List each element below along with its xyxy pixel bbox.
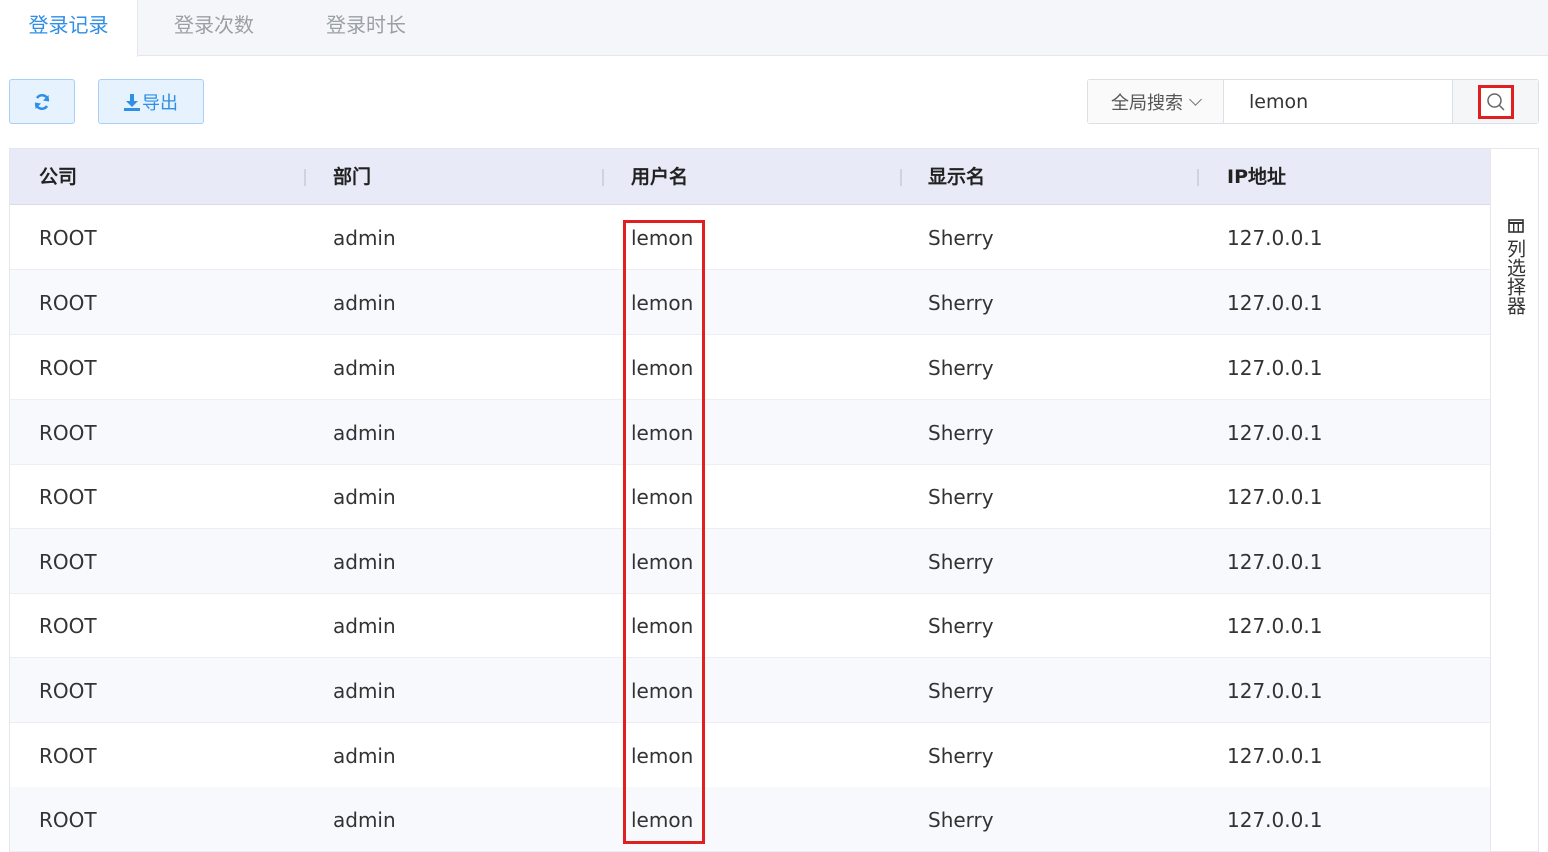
- column-header-display-name[interactable]: 显示名: [928, 149, 985, 206]
- cell-username: lemon: [631, 421, 694, 445]
- cell-ip-address: 127.0.0.1: [1227, 808, 1323, 832]
- chevron-down-icon: [1189, 92, 1202, 106]
- download-icon: [124, 93, 140, 111]
- cell-ip-address: 127.0.0.1: [1227, 485, 1323, 509]
- table-row[interactable]: ROOT admin lemon Sherry 127.0.0.1: [10, 593, 1490, 658]
- cell-company: ROOT: [39, 226, 97, 250]
- tab-bar: 登录记录 登录次数 登录时长: [0, 0, 1548, 57]
- cell-display-name: Sherry: [928, 485, 994, 509]
- column-picker-panel: 列选择器: [1490, 148, 1539, 852]
- cell-display-name: Sherry: [928, 226, 994, 250]
- cell-username: lemon: [631, 291, 694, 315]
- cell-username: lemon: [631, 550, 694, 574]
- cell-ip-address: 127.0.0.1: [1227, 356, 1323, 380]
- cell-company: ROOT: [39, 550, 97, 574]
- table-row[interactable]: ROOT admin lemon Sherry 127.0.0.1: [10, 270, 1490, 335]
- cell-company: ROOT: [39, 356, 97, 380]
- table-row[interactable]: ROOT admin lemon Sherry 127.0.0.1: [10, 335, 1490, 400]
- table-row[interactable]: ROOT admin lemon Sherry 127.0.0.1: [10, 205, 1490, 270]
- cell-display-name: Sherry: [928, 421, 994, 445]
- cell-department: admin: [333, 356, 396, 380]
- search-scope-label: 全局搜索: [1111, 92, 1183, 114]
- search-bar: 全局搜索: [1087, 79, 1539, 124]
- table-row[interactable]: ROOT admin lemon Sherry 127.0.0.1: [10, 400, 1490, 465]
- cell-username: lemon: [631, 808, 694, 832]
- tab-login-records[interactable]: 登录记录: [0, 0, 138, 57]
- search-button-highlight: [1477, 84, 1514, 119]
- refresh-button[interactable]: [9, 79, 75, 124]
- cell-display-name: Sherry: [928, 744, 994, 768]
- column-header-department[interactable]: 部门: [333, 149, 371, 206]
- column-resizer[interactable]: [900, 169, 902, 186]
- tab-login-count[interactable]: 登录次数: [138, 0, 290, 56]
- table-header: 公司 部门 用户名 显示名 IP地址: [10, 148, 1490, 205]
- column-header-ip-address[interactable]: IP地址: [1227, 149, 1286, 206]
- cell-username: lemon: [631, 485, 694, 509]
- cell-ip-address: 127.0.0.1: [1227, 744, 1323, 768]
- cell-ip-address: 127.0.0.1: [1227, 614, 1323, 638]
- cell-username: lemon: [631, 614, 694, 638]
- cell-company: ROOT: [39, 614, 97, 638]
- cell-department: admin: [333, 421, 396, 445]
- cell-username: lemon: [631, 679, 694, 703]
- tab-login-duration[interactable]: 登录时长: [290, 0, 442, 56]
- cell-display-name: Sherry: [928, 808, 994, 832]
- table-row[interactable]: ROOT admin lemon Sherry 127.0.0.1: [10, 787, 1490, 852]
- table-row[interactable]: ROOT admin lemon Sherry 127.0.0.1: [10, 464, 1490, 529]
- cell-department: admin: [333, 485, 396, 509]
- cell-display-name: Sherry: [928, 614, 994, 638]
- cell-department: admin: [333, 679, 396, 703]
- cell-ip-address: 127.0.0.1: [1227, 679, 1323, 703]
- cell-department: admin: [333, 614, 396, 638]
- cell-username: lemon: [631, 226, 694, 250]
- search-scope-select[interactable]: 全局搜索: [1088, 80, 1224, 123]
- column-resizer[interactable]: [304, 169, 306, 186]
- cell-company: ROOT: [39, 744, 97, 768]
- cell-display-name: Sherry: [928, 679, 994, 703]
- cell-display-name: Sherry: [928, 291, 994, 315]
- table-row[interactable]: ROOT admin lemon Sherry 127.0.0.1: [10, 658, 1490, 723]
- table-row[interactable]: ROOT admin lemon Sherry 127.0.0.1: [10, 723, 1490, 788]
- table-row[interactable]: ROOT admin lemon Sherry 127.0.0.1: [10, 529, 1490, 594]
- column-picker-label: 列选择器: [1504, 239, 1526, 315]
- export-button[interactable]: 导出: [98, 79, 204, 124]
- export-label: 导出: [142, 92, 178, 114]
- column-header-username[interactable]: 用户名: [631, 149, 688, 206]
- cell-ip-address: 127.0.0.1: [1227, 421, 1323, 445]
- cell-company: ROOT: [39, 421, 97, 445]
- login-records-table: 公司 部门 用户名 显示名 IP地址 ROOT admin lemon Sher…: [9, 148, 1490, 852]
- column-header-company[interactable]: 公司: [39, 149, 77, 206]
- cell-ip-address: 127.0.0.1: [1227, 226, 1323, 250]
- cell-company: ROOT: [39, 808, 97, 832]
- column-picker-button[interactable]: 列选择器: [1491, 219, 1540, 315]
- search-button[interactable]: [1452, 80, 1538, 123]
- cell-department: admin: [333, 744, 396, 768]
- cell-department: admin: [333, 550, 396, 574]
- refresh-icon: [34, 93, 50, 110]
- columns-icon: [1507, 219, 1524, 233]
- search-icon: [1486, 92, 1505, 111]
- search-input[interactable]: [1225, 80, 1452, 123]
- cell-display-name: Sherry: [928, 356, 994, 380]
- cell-department: admin: [333, 808, 396, 832]
- cell-department: admin: [333, 226, 396, 250]
- cell-company: ROOT: [39, 679, 97, 703]
- column-resizer[interactable]: [1197, 169, 1199, 186]
- cell-username: lemon: [631, 744, 694, 768]
- cell-ip-address: 127.0.0.1: [1227, 550, 1323, 574]
- cell-company: ROOT: [39, 291, 97, 315]
- cell-company: ROOT: [39, 485, 97, 509]
- cell-display-name: Sherry: [928, 550, 994, 574]
- column-resizer[interactable]: [602, 169, 604, 186]
- cell-department: admin: [333, 291, 396, 315]
- cell-username: lemon: [631, 356, 694, 380]
- cell-ip-address: 127.0.0.1: [1227, 291, 1323, 315]
